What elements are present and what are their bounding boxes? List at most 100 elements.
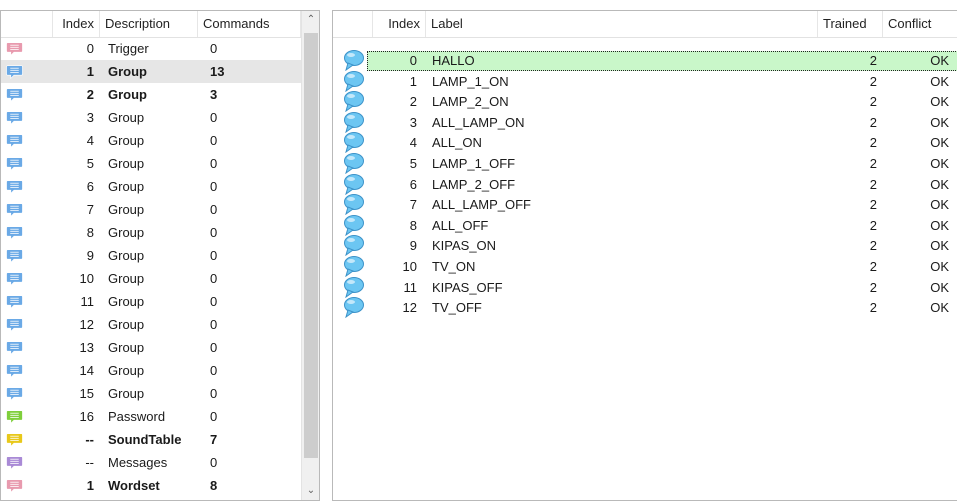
command-list-row[interactable]: 4 ALL_ON 2 OK [333,132,957,154]
group-list-row[interactable]: 0 Trigger 0 [1,37,301,60]
group-list-row[interactable]: 4 Group 0 [1,129,301,152]
command-list-row[interactable]: 12 TV_OFF 2 OK [333,297,957,319]
group-list-row[interactable]: 2 Group 3 [1,83,301,106]
row-index: 5 [86,156,94,171]
group-list-panel: Index Description Commands 0 Trigger 0 1 Gro… [0,10,320,501]
row-trained: 2 [869,197,877,213]
group-list-row[interactable]: 1 Wordset 8 [1,474,301,497]
group-list-row[interactable]: 16 Password 0 [1,405,301,428]
row-description: Group [108,87,147,102]
group-list-row[interactable]: 6 Group 0 [1,175,301,198]
row-trained: 2 [869,176,877,192]
command-list-row[interactable]: 5 LAMP_1_OFF 2 OK [333,153,957,175]
group-list-row[interactable]: 5 Group 0 [1,152,301,175]
command-list-row[interactable]: 7 ALL_LAMP_OFF 2 OK [333,194,957,216]
wordset-icon [6,477,23,500]
command-list-row[interactable]: 6 LAMP_2_OFF 2 OK [333,173,957,195]
row-commands: 3 [210,87,218,102]
row-commands: 0 [210,386,218,401]
row-description: Group [108,271,145,286]
group-list-row[interactable]: 3 Group 0 [1,106,301,129]
row-trained: 2 [869,135,877,151]
command-list-row[interactable]: 10 TV_ON 2 OK [333,256,957,278]
group-list-row[interactable]: 7 Group 0 [1,198,301,221]
group-list-row[interactable]: 1 Group 13 [1,60,301,83]
command-list-row[interactable]: 3 ALL_LAMP_ON 2 OK [333,111,957,134]
row-commands: 0 [210,110,218,125]
icon-column-header[interactable] [333,11,373,37]
row-description: Group [108,363,145,378]
row-label: LAMP_2_ON [432,94,509,110]
row-trained: 2 [869,53,877,68]
row-trained: 2 [869,156,877,171]
group-list-row[interactable]: 11 Group 0 [1,290,301,313]
row-label: ALL_OFF [432,217,489,233]
icon-column-header[interactable] [1,11,53,37]
group-list-row[interactable]: 10 Group 0 [1,267,301,290]
command-list-row[interactable]: 11 KIPAS_OFF 2 OK [333,276,957,298]
row-index: 14 [79,363,94,378]
row-description: Group [108,156,145,171]
group-list-row[interactable]: -- Messages 0 [1,451,301,474]
row-description: Password [108,409,166,424]
command-list-row[interactable]: 2 LAMP_2_ON 2 OK [333,91,957,113]
row-index: 9 [86,248,94,263]
row-label: ALL_LAMP_ON [432,114,525,130]
row-description: SoundTable [108,432,182,447]
row-description: Messages [108,455,168,470]
row-commands: 0 [210,294,218,309]
group-list-row[interactable]: 8 Group 0 [1,221,301,244]
description-column-header[interactable]: Description [100,11,198,37]
row-label: KIPAS_ON [432,238,497,254]
group-list-row[interactable]: 13 Group 0 [1,336,301,359]
row-index: 15 [79,386,94,401]
row-conflict: OK [930,176,949,192]
row-index: 16 [79,409,94,424]
scroll-down-arrow-icon[interactable]: ⌄ [302,482,319,500]
row-commands: 13 [210,64,225,79]
command-list-row[interactable]: 0 HALLO 2 OK [333,50,957,72]
row-index: 10 [79,271,94,286]
row-conflict: OK [930,156,949,171]
vertical-scrollbar[interactable]: ⌃ ⌄ [301,11,319,500]
group-list-row[interactable]: 12 Group 0 [1,313,301,336]
row-index: 7 [86,202,94,217]
conflict-column-header[interactable]: Conflict [883,11,957,37]
row-trained: 2 [869,238,877,254]
row-description: Group [108,202,145,217]
row-index: 13 [79,340,94,355]
row-index: 3 [409,114,417,130]
command-list-row[interactable]: 8 ALL_OFF 2 OK [333,214,957,237]
row-commands: 0 [210,409,218,424]
group-list-row[interactable]: 9 Group 0 [1,244,301,267]
commands-column-header[interactable]: Commands [198,11,301,37]
group-list-row[interactable]: 14 Group 0 [1,359,301,382]
row-label: LAMP_1_ON [432,73,509,89]
row-label: KIPAS_OFF [432,279,503,295]
row-conflict: OK [930,114,949,130]
row-commands: 0 [210,340,218,355]
label-column-header[interactable]: Label [426,11,818,37]
row-commands: 0 [210,225,218,240]
row-commands: 0 [210,248,218,263]
group-list-row[interactable]: -- SoundTable 7 [1,428,301,451]
group-list-row[interactable]: 15 Group 0 [1,382,301,405]
index-column-header[interactable]: Index [373,11,426,37]
row-index: 0 [409,53,417,68]
row-index: 5 [409,156,417,171]
row-label: ALL_LAMP_OFF [432,197,531,213]
row-index: 8 [86,225,94,240]
row-conflict: OK [930,238,949,254]
command-list-row[interactable]: 9 KIPAS_ON 2 OK [333,235,957,257]
row-commands: 0 [210,202,218,217]
row-description: Trigger [108,41,149,56]
scroll-up-arrow-icon[interactable]: ⌃ [302,11,319,29]
scroll-thumb[interactable] [304,33,318,458]
trained-column-header[interactable]: Trained [818,11,883,37]
row-conflict: OK [930,73,949,89]
index-column-header[interactable]: Index [53,11,100,37]
row-index: -- [85,455,94,470]
command-list-row[interactable]: 1 LAMP_1_ON 2 OK [333,70,957,92]
row-description: Group [108,133,145,148]
row-index: 1 [86,64,94,79]
